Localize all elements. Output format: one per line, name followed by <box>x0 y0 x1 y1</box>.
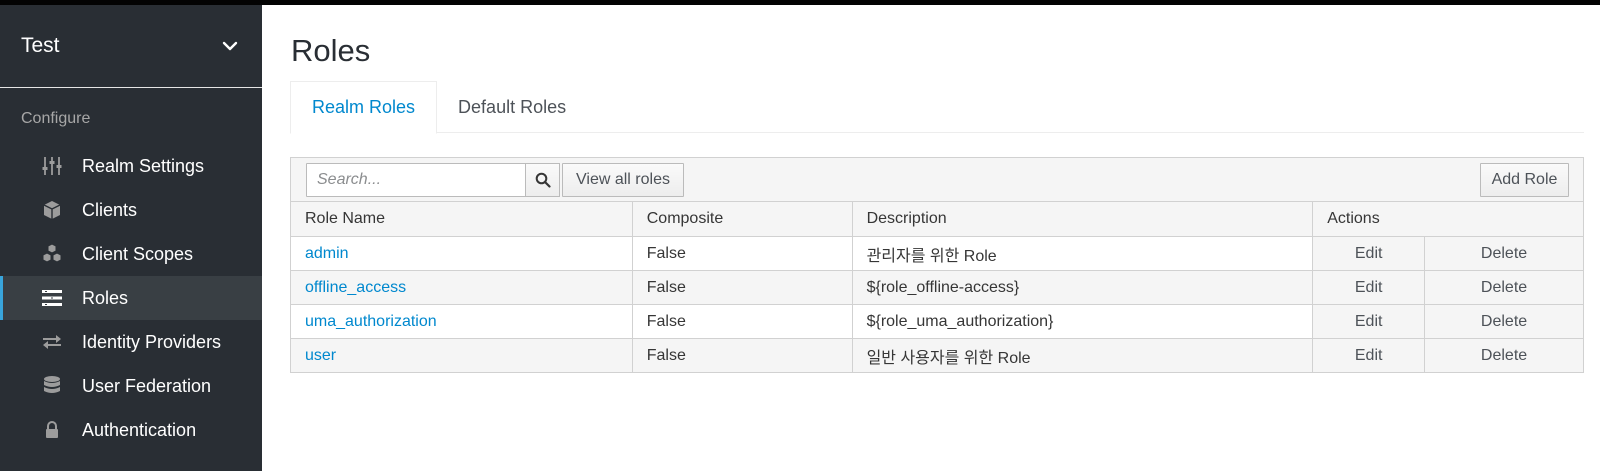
description-cell: 일반 사용자를 위한 Role <box>851 338 1314 373</box>
sidebar-item-label: Identity Providers <box>82 331 222 352</box>
table-header-row: Role Name Composite Description Actions <box>290 201 1584 237</box>
sidebar-item-realm-settings[interactable]: Realm Settings <box>0 144 262 188</box>
list-icon <box>0 287 82 309</box>
edit-button[interactable]: Edit <box>1312 236 1426 271</box>
column-header-role-name: Role Name <box>290 201 633 237</box>
role-name-link[interactable]: admin <box>305 245 349 262</box>
search-icon <box>535 172 551 188</box>
realm-selector[interactable]: Test <box>0 5 262 88</box>
table-toolbar: View all roles Add Role <box>290 157 1584 202</box>
column-header-actions: Actions <box>1312 201 1584 237</box>
tab-default-roles[interactable]: Default Roles <box>437 81 587 133</box>
sidebar-item-identity-providers[interactable]: Identity Providers <box>0 320 262 364</box>
tab-realm-roles[interactable]: Realm Roles <box>290 81 438 134</box>
composite-cell: False <box>631 270 853 305</box>
cube-icon <box>0 199 82 221</box>
role-name-link[interactable]: uma_authorization <box>305 313 437 330</box>
sidebar-item-label: Roles <box>82 287 129 308</box>
description-cell: ${role_offline-access} <box>851 270 1314 305</box>
search-group <box>306 163 560 197</box>
page-title: Roles <box>291 33 371 68</box>
sidebar-item-user-federation[interactable]: User Federation <box>0 364 262 408</box>
delete-button[interactable]: Delete <box>1424 236 1584 271</box>
sliders-icon <box>0 155 82 177</box>
table-row: offline_access False ${role_offline-acce… <box>290 270 1584 305</box>
exchange-icon <box>0 331 82 353</box>
sidebar-item-clients[interactable]: Clients <box>0 188 262 232</box>
sidebar-item-label: Realm Settings <box>82 155 205 176</box>
delete-button[interactable]: Delete <box>1424 304 1584 339</box>
delete-button[interactable]: Delete <box>1424 270 1584 305</box>
role-name-link[interactable]: offline_access <box>305 279 406 296</box>
add-role-button[interactable]: Add Role <box>1480 163 1569 197</box>
search-input[interactable] <box>306 163 526 197</box>
database-icon <box>0 375 82 397</box>
sidebar-item-label: Client Scopes <box>82 243 194 264</box>
tab-bar: Realm Roles Default Roles <box>290 81 1584 134</box>
roles-table: Role Name Composite Description Actions … <box>290 201 1584 373</box>
role-name-link[interactable]: user <box>305 347 336 364</box>
column-header-description: Description <box>851 201 1314 237</box>
sidebar-item-label: Authentication <box>82 419 197 440</box>
description-cell: ${role_uma_authorization} <box>851 304 1314 339</box>
sidebar-item-label: Clients <box>82 199 138 220</box>
sidebar-item-client-scopes[interactable]: Client Scopes <box>0 232 262 276</box>
composite-cell: False <box>631 338 853 373</box>
edit-button[interactable]: Edit <box>1312 338 1426 373</box>
section-label-configure: Configure <box>21 110 91 127</box>
table-row: admin False 관리자를 위한 Role Edit Delete <box>290 236 1584 271</box>
role-name-cell: admin <box>290 236 633 271</box>
edit-button[interactable]: Edit <box>1312 270 1426 305</box>
composite-cell: False <box>631 304 853 339</box>
column-header-composite: Composite <box>631 201 853 237</box>
lock-icon <box>0 419 82 441</box>
sidebar-item-roles[interactable]: Roles <box>0 276 262 320</box>
realm-name: Test <box>21 34 60 57</box>
sidebar: Test Configure Realm Settings Clients Cl… <box>0 5 262 471</box>
search-button[interactable] <box>526 163 560 197</box>
sidebar-item-authentication[interactable]: Authentication <box>0 408 262 452</box>
composite-cell: False <box>631 236 853 271</box>
main-content: Roles Realm Roles Default Roles View all… <box>262 5 1600 471</box>
chevron-down-icon <box>222 41 238 51</box>
table-row: uma_authorization False ${role_uma_autho… <box>290 304 1584 339</box>
role-name-cell: uma_authorization <box>290 304 633 339</box>
role-name-cell: user <box>290 338 633 373</box>
sidebar-item-label: User Federation <box>82 375 212 396</box>
edit-button[interactable]: Edit <box>1312 304 1426 339</box>
table-row: user False 일반 사용자를 위한 Role Edit Delete <box>290 338 1584 373</box>
cubes-icon <box>0 243 82 265</box>
description-cell: 관리자를 위한 Role <box>851 236 1314 271</box>
role-name-cell: offline_access <box>290 270 633 305</box>
view-all-roles-button[interactable]: View all roles <box>562 163 684 197</box>
delete-button[interactable]: Delete <box>1424 338 1584 373</box>
